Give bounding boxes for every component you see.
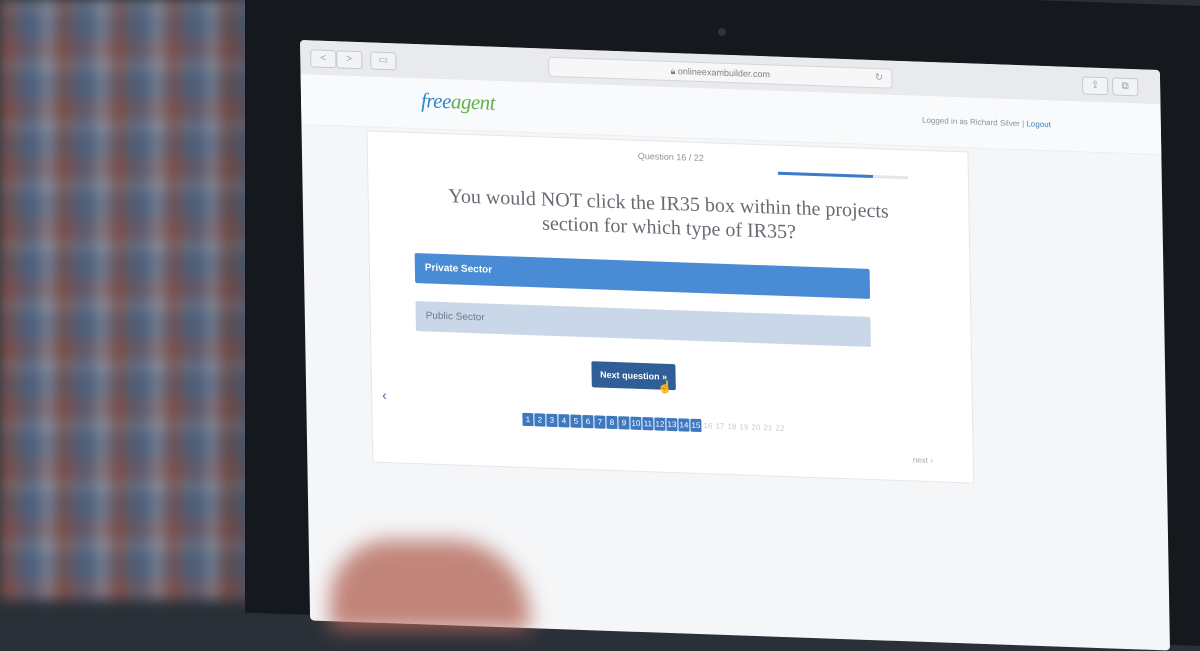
page-button-20[interactable]: 20 [750,421,761,434]
camera-icon [718,28,726,36]
quiz-card: Question 16 / 22 You would NOT click the… [366,130,975,484]
page-button-15[interactable]: 15 [690,418,702,433]
login-status: Logged in as Richard Silver | Logout [922,115,1051,130]
forward-button[interactable]: > [336,50,363,70]
page-button-19[interactable]: 19 [738,420,749,433]
page-button-2[interactable]: 2 [534,413,546,427]
option-private-sector[interactable]: Private Sector [414,253,871,299]
page-button-18[interactable]: 18 [726,420,737,433]
page-button-8[interactable]: 8 [606,415,618,430]
question-counter: Question 16 / 22 [637,150,704,164]
page-button-17[interactable]: 17 [714,420,725,433]
page-button-3[interactable]: 3 [546,413,558,428]
page-button-12[interactable]: 12 [654,417,666,431]
next-question-button[interactable]: Next question » ☝ [591,361,676,394]
login-text: Logged in as Richard Silver [922,115,1020,129]
hand-cursor-icon: ☝ [657,379,673,395]
sidebar-toggle-button[interactable]: ▭ [370,51,397,71]
previous-arrow[interactable]: ‹ [382,387,387,403]
share-icon: ⇪ [1090,79,1100,91]
freeagent-logo[interactable]: freeagent [421,88,495,116]
page-button-13[interactable]: 13 [666,417,678,432]
back-arrow-icon: < [320,52,327,64]
tabs-button[interactable]: ⧉ [1112,77,1139,97]
question-text: You would NOT click the IR35 box within … [448,185,889,244]
page-button-14[interactable]: 14 [678,418,690,432]
page-button-21[interactable]: 21 [762,421,773,434]
forward-arrow-icon: > [346,53,353,65]
question-pager: 1 2 3 4 5 6 7 8 9 10 11 12 13 14 15 16 17 18 19 20 21 22 [522,409,786,436]
tabs-icon: ⧉ [1121,80,1129,92]
page-button-10[interactable]: 10 [630,416,642,430]
progress-bar [777,171,908,180]
page-button-7[interactable]: 7 [594,415,606,429]
page-button-22[interactable]: 22 [774,422,785,435]
next-nav-link[interactable]: next › [913,455,933,465]
page-button-5[interactable]: 5 [570,414,582,428]
page-button-16[interactable]: 16 [702,419,713,432]
option-public-sector[interactable]: Public Sector [415,301,871,347]
url-text: onlineexambuilder.com [677,66,771,80]
sidebar-icon: ▭ [378,54,389,67]
page-button-6[interactable]: 6 [582,414,594,429]
progress-fill [777,171,873,179]
page-button-1[interactable]: 1 [522,412,534,427]
page-button-9[interactable]: 9 [618,416,630,430]
back-button[interactable]: < [310,49,337,69]
share-button[interactable]: ⇪ [1082,76,1109,96]
reload-icon[interactable]: ↻ [875,69,884,87]
logout-link[interactable]: Logout [1026,119,1051,129]
page-button-11[interactable]: 11 [642,417,654,431]
page-button-4[interactable]: 4 [558,414,570,428]
